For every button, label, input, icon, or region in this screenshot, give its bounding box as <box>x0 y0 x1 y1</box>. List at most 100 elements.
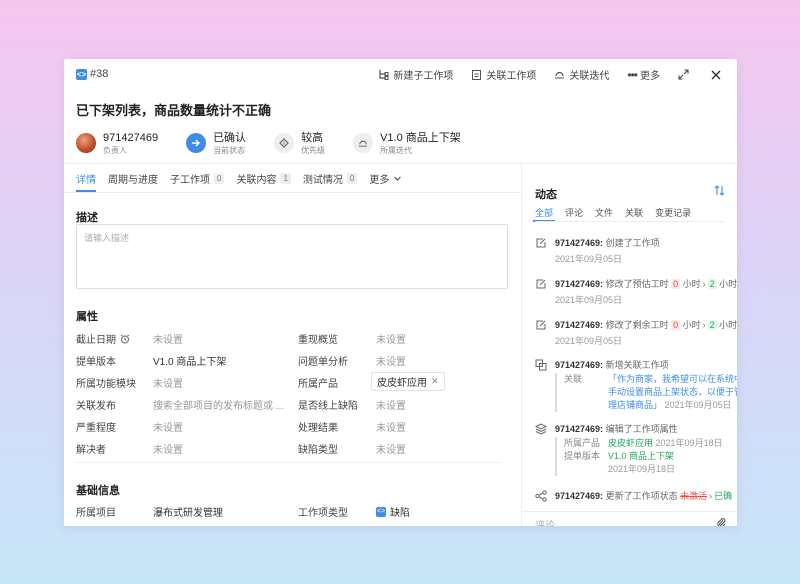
version-change-row: 提单版本 V1.0 商品上下架 <box>564 450 723 463</box>
product-label: 所属产品 <box>298 379 338 390</box>
new-child-button[interactable]: 新建子工作项 <box>378 67 453 82</box>
ticket-title[interactable]: 已下架列表，商品数量统计不正确 <box>76 100 271 119</box>
edit-icon <box>536 279 546 289</box>
workflow-icon <box>535 490 547 502</box>
description-placeholder: 请输入描述 <box>84 233 130 243</box>
modal-header: <> #38 新建子工作项 关联工作项 关联迭代 ••• 更多 <box>64 59 737 89</box>
chevron-down-icon <box>394 176 402 181</box>
report-version-label: 提单版本 <box>76 357 116 368</box>
activity-tab-changes[interactable]: 变更记录 <box>655 206 691 221</box>
tab-testing[interactable]: 测试情况 0 <box>303 164 358 192</box>
header-actions: 新建子工作项 关联工作项 关联迭代 ••• 更多 <box>360 67 725 82</box>
tab-more[interactable]: 更多 <box>369 164 402 192</box>
work-item-modal: <> #38 新建子工作项 关联工作项 关联迭代 ••• 更多 已下架列表，商品… <box>64 59 737 526</box>
link-label: 关联 <box>564 374 583 384</box>
description-input[interactable]: 请输入描述 <box>76 224 508 289</box>
link-item-button[interactable]: 关联工作项 <box>471 67 536 82</box>
chevron-right-icon: › <box>702 279 706 289</box>
repro-label: 重现概览 <box>298 335 338 346</box>
more-button[interactable]: ••• 更多 <box>627 67 660 83</box>
analysis-value: 未设置 <box>376 357 406 368</box>
tab-subitems[interactable]: 子工作项 0 <box>170 164 225 192</box>
tab-details-label: 详情 <box>76 174 96 186</box>
expand-button[interactable] <box>678 69 693 80</box>
tab-testing-count: 0 <box>346 172 358 184</box>
module-label: 所属功能模块 <box>76 379 136 390</box>
new-unit: 小时 <box>719 279 737 289</box>
activity-text: 971427469: 编辑了工作项属性 <box>555 422 678 435</box>
product-change-label: 所属产品 <box>564 438 601 448</box>
activity-detail: 所属产品 皮皮虾应用 2021年09月18日 提单版本 V1.0 商品上下架 202… <box>555 437 723 476</box>
activity-user: 971427469: <box>555 491 604 501</box>
expand-icon <box>678 69 689 80</box>
paperclip-icon[interactable] <box>716 517 726 526</box>
old-status: 未激活 <box>680 491 708 501</box>
activity-action: 修改了剩余工时 <box>605 320 669 330</box>
activity-tab-all[interactable]: 全部 <box>532 206 556 222</box>
chevron-right-icon: › <box>702 320 706 330</box>
properties-divider <box>76 462 502 463</box>
analysis-label: 问题单分析 <box>298 357 348 368</box>
tabs-divider <box>64 192 521 193</box>
tab-subitems-count: 0 <box>214 172 225 184</box>
clipboard-link-icon <box>472 70 482 80</box>
iteration-label: 所属迭代 <box>380 145 413 155</box>
layers-icon <box>535 423 547 435</box>
resolution-label: 处理结果 <box>298 423 338 434</box>
meta-row: 971427469 负责人 已确认 当前状态 较高 优先级 V1.0 商品上下架… <box>76 128 489 158</box>
assignee-field[interactable]: 971427469 负责人 <box>76 128 158 158</box>
properties-heading: 属性 <box>76 311 98 323</box>
comment-placeholder: 评论 <box>535 517 555 526</box>
product-tag-label: 皮皮虾应用 <box>377 378 427 389</box>
product-change-date: 2021年09月18日 <box>655 438 723 448</box>
activity-tabs-divider <box>535 221 725 222</box>
old-unit: 小时 <box>682 320 701 330</box>
priority-value: 较高 <box>301 131 324 144</box>
project-label: 所属项目 <box>76 508 116 519</box>
basic-info-heading: 基础信息 <box>76 485 120 497</box>
tab-related[interactable]: 关联内容 1 <box>236 164 291 192</box>
iteration-icon <box>353 133 374 153</box>
priority-field[interactable]: 较高 优先级 <box>274 128 325 158</box>
link-item-label: 关联工作项 <box>486 71 537 82</box>
status-field[interactable]: 已确认 当前状态 <box>186 128 246 158</box>
due-date-label-text: 截止日期 <box>76 335 116 346</box>
tab-cycle-label: 周期与进度 <box>108 174 158 186</box>
product-change-value: 皮皮虾应用 <box>608 438 654 448</box>
remove-tag-icon[interactable]: ✕ <box>431 376 439 387</box>
module-value: 未设置 <box>153 379 183 390</box>
tab-more-label: 更多 <box>369 174 390 186</box>
activity-tab-links[interactable]: 关联 <box>625 206 643 221</box>
more-dots-icon: ••• <box>627 67 638 82</box>
activity-tab-comments[interactable]: 评论 <box>565 206 583 221</box>
status-label: 当前状态 <box>213 145 246 155</box>
priority-diamond-icon <box>274 133 295 153</box>
bug-type-icon: <> <box>76 69 87 80</box>
activity-user: 971427469: <box>555 320 604 330</box>
version-change-date-row: 2021年09月18日 <box>564 463 723 476</box>
link-detail-row: 关联 「作为商家，我希望可以在系统中 手动设置商品上架状态，以便于管 理店铺商品」 2… <box>564 373 737 412</box>
new-unit: 小时 <box>719 320 737 330</box>
release-search-input[interactable]: 搜索全部项目的发布标题或 ... <box>153 397 284 412</box>
severity-label: 严重程度 <box>76 423 116 434</box>
iteration-field[interactable]: V1.0 商品上下架 所属迭代 <box>353 128 461 158</box>
old-value: 0 <box>671 279 681 289</box>
linked-item-link[interactable]: 「作为商家，我希望可以在系统中 手动设置商品上架状态，以便于管 理店铺商品」 202… <box>608 373 737 412</box>
tab-details[interactable]: 详情 <box>76 164 96 192</box>
assignee-label: 负责人 <box>103 145 127 155</box>
sort-icon[interactable] <box>714 185 725 196</box>
item-type-text: 缺陷 <box>390 508 410 519</box>
activity-tab-files[interactable]: 文件 <box>595 206 613 221</box>
activity-heading: 动态 <box>535 189 557 201</box>
activity-action: 编辑了工作项属性 <box>605 424 678 434</box>
comment-input[interactable]: 评论 <box>522 511 737 526</box>
link-iteration-button[interactable]: 关联迭代 <box>554 67 609 82</box>
product-tag[interactable]: 皮皮虾应用 ✕ <box>371 372 445 391</box>
assignee-value: 971427469 <box>103 131 159 144</box>
activity-text: 971427469: 修改了剩余工时 0 小时 › 2 小时 <box>555 318 737 331</box>
tab-cycle-progress[interactable]: 周期与进度 <box>108 164 158 192</box>
close-button[interactable] <box>711 70 725 80</box>
activity-tabs: 全部 评论 文件 关联 变更记录 <box>532 206 703 222</box>
activity-text: 971427469: 修改了预估工时 0 小时 › 2 小时 <box>555 277 737 290</box>
activity-user: 971427469: <box>555 360 604 370</box>
